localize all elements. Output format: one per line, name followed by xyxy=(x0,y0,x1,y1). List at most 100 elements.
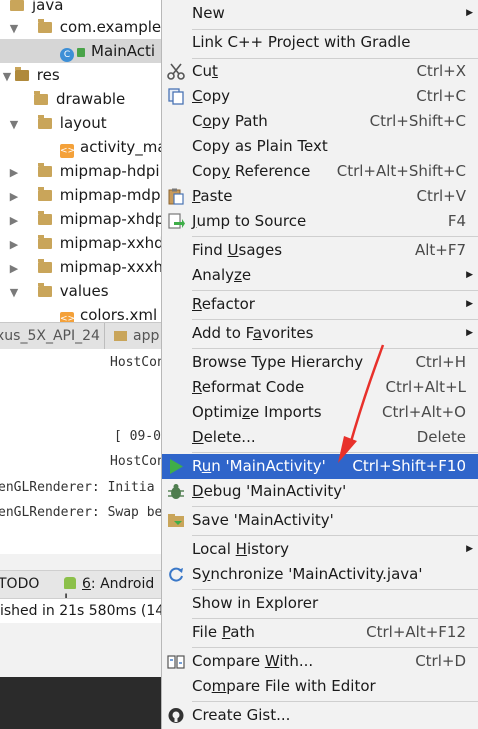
menu-item-refactor[interactable]: Refactor ▶ xyxy=(162,292,478,317)
folder-icon xyxy=(10,0,24,11)
tree-item-res[interactable]: ▼ res xyxy=(0,63,60,87)
lock-icon xyxy=(77,48,85,57)
menu-separator xyxy=(192,452,478,453)
tree-item-mipmap-xxhdpi[interactable]: ▶ mipmap-xxhdp xyxy=(0,231,162,255)
menu-item-copy-reference[interactable]: Copy Reference Ctrl+Alt+Shift+C xyxy=(162,159,478,184)
menu-item-show-in-explorer[interactable]: Show in Explorer xyxy=(162,591,478,616)
menu-item-file-path[interactable]: File Path Ctrl+Alt+F12 xyxy=(162,620,478,645)
menu-item-save-mainactivity[interactable]: Save 'MainActivity' xyxy=(162,508,478,533)
tab-device[interactable]: xus_5X_API_24 xyxy=(0,323,100,349)
android-icon xyxy=(64,577,76,589)
menu-item-copy-plain-text[interactable]: Copy as Plain Text xyxy=(162,134,478,159)
menu-item-synchronize[interactable]: Synchronize 'MainActivity.java' xyxy=(162,562,478,587)
folder-icon xyxy=(37,235,52,249)
tree-item-activity-main[interactable]: <> activity_ma xyxy=(60,135,162,159)
save-config-icon xyxy=(168,514,184,527)
menu-item-link-cpp[interactable]: Link C++ Project with Gradle xyxy=(162,30,478,55)
folder-icon xyxy=(37,163,52,177)
jump-to-source-icon xyxy=(168,213,185,229)
tree-item-mipmap-xhdpi[interactable]: ▶ mipmap-xhdp xyxy=(0,207,162,231)
github-icon xyxy=(168,708,184,723)
console-line: enGLRenderer: Initia xyxy=(0,480,155,495)
folder-icon xyxy=(37,283,52,297)
menu-item-copy[interactable]: Copy Ctrl+C xyxy=(162,84,478,109)
package-icon xyxy=(37,19,52,33)
menu-item-copy-path[interactable]: Copy Path Ctrl+Shift+C xyxy=(162,109,478,134)
copy-icon xyxy=(168,88,184,105)
menu-separator xyxy=(192,647,478,648)
menu-separator xyxy=(192,236,478,237)
submenu-arrow-icon: ▶ xyxy=(466,328,473,338)
menu-item-create-gist[interactable]: Create Gist... xyxy=(162,703,478,728)
module-folder-icon xyxy=(114,331,127,341)
console-line: [ 09-09 xyxy=(114,429,162,444)
console-line: enGLRenderer: Swap be xyxy=(0,505,162,520)
menu-item-debug-mainactivity[interactable]: Debug 'MainActivity' xyxy=(162,479,478,504)
context-menu: New ▶ Link C++ Project with Gradle Cut C… xyxy=(161,0,478,729)
tree-item-drawable[interactable]: drawable xyxy=(34,87,125,111)
console-line: HostCon xyxy=(110,454,162,469)
expand-arrow-icon[interactable]: ▶ xyxy=(7,185,21,209)
run-icon xyxy=(170,459,183,474)
tree-item-mainactivity[interactable]: C MainActi xyxy=(0,39,162,63)
folder-icon xyxy=(34,91,48,105)
expand-arrow-icon[interactable]: ▼ xyxy=(7,113,21,137)
menu-item-add-to-favorites[interactable]: Add to Favorites ▶ xyxy=(162,321,478,346)
tree-item-mipmap-mdpi[interactable]: ▶ mipmap-mdpi xyxy=(0,183,162,207)
menu-separator xyxy=(192,348,478,349)
run-config-tabs: xus_5X_API_24 app xyxy=(0,322,162,350)
project-tree: java ▼ com.example.t C MainActi ▼ res dra… xyxy=(0,0,162,322)
submenu-arrow-icon: ▶ xyxy=(466,270,473,280)
menu-item-run-mainactivity[interactable]: Run 'MainActivity' Ctrl+Shift+F10 xyxy=(162,454,478,479)
tree-item-mipmap-xxxhdpi[interactable]: ▶ mipmap-xxxhd xyxy=(0,255,162,279)
compare-icon xyxy=(167,655,185,669)
menu-separator xyxy=(192,589,478,590)
tab-divider xyxy=(104,323,105,349)
expand-arrow-icon[interactable]: ▶ xyxy=(7,233,21,257)
tree-item-mipmap-hdpi[interactable]: ▶ mipmap-hdpi xyxy=(0,159,160,183)
menu-item-paste[interactable]: Paste Ctrl+V xyxy=(162,184,478,209)
tree-item-values[interactable]: ▼ values xyxy=(0,279,109,303)
folder-icon xyxy=(37,211,52,225)
expand-arrow-icon[interactable]: ▼ xyxy=(0,65,14,89)
expand-arrow-icon[interactable]: ▼ xyxy=(7,17,21,41)
sync-icon xyxy=(169,567,183,582)
submenu-arrow-icon: ▶ xyxy=(466,299,473,309)
xml-file-icon: <> xyxy=(60,312,75,322)
expand-arrow-icon[interactable]: ▼ xyxy=(7,281,21,305)
tree-item-colors-xml[interactable]: <> colors.xml xyxy=(60,303,157,322)
tab-app[interactable]: app xyxy=(114,323,159,349)
menu-item-optimize-imports[interactable]: Optimize Imports Ctrl+Alt+O xyxy=(162,400,478,425)
tree-item-package[interactable]: ▼ com.example.t xyxy=(0,15,162,39)
todo-tab[interactable]: TODO xyxy=(0,576,39,592)
menu-item-analyze[interactable]: Analyze ▶ xyxy=(162,263,478,288)
expand-arrow-icon[interactable]: ▶ xyxy=(7,161,21,185)
xml-file-icon: <> xyxy=(60,144,76,158)
menu-item-find-usages[interactable]: Find Usages Alt+F7 xyxy=(162,238,478,263)
menu-item-jump-to-source[interactable]: Jump to Source F4 xyxy=(162,209,478,234)
debug-icon xyxy=(168,484,184,499)
menu-item-compare-with[interactable]: Compare With... Ctrl+D xyxy=(162,649,478,674)
expand-arrow-icon[interactable]: ▶ xyxy=(7,209,21,233)
folder-icon xyxy=(37,187,52,201)
clipboard-icon xyxy=(168,188,184,205)
folder-icon xyxy=(37,115,52,129)
menu-item-local-history[interactable]: Local History ▶ xyxy=(162,537,478,562)
submenu-arrow-icon: ▶ xyxy=(466,544,473,554)
console-output: HostCon [ 09-09 HostCon enGLRenderer: In… xyxy=(0,349,162,554)
status-bar-message: ished in 21s 580ms (14 xyxy=(0,598,162,623)
expand-arrow-icon[interactable]: ▶ xyxy=(7,257,21,281)
class-icon: C xyxy=(60,48,74,62)
tree-item-layout[interactable]: ▼ layout xyxy=(0,111,107,135)
menu-item-cut[interactable]: Cut Ctrl+X xyxy=(162,59,478,84)
folder-icon xyxy=(37,259,52,273)
menu-item-reformat-code[interactable]: Reformat Code Ctrl+Alt+L xyxy=(162,375,478,400)
menu-item-browse-type-hierarchy[interactable]: Browse Type Hierarchy Ctrl+H xyxy=(162,350,478,375)
res-folder-icon xyxy=(14,67,29,81)
menu-separator xyxy=(192,701,478,702)
submenu-arrow-icon: ▶ xyxy=(466,8,473,18)
menu-item-compare-file-with-editor[interactable]: Compare File with Editor xyxy=(162,674,478,699)
menu-item-new[interactable]: New ▶ xyxy=(162,1,478,26)
menu-item-delete[interactable]: Delete... Delete xyxy=(162,425,478,450)
menu-separator xyxy=(192,319,478,320)
